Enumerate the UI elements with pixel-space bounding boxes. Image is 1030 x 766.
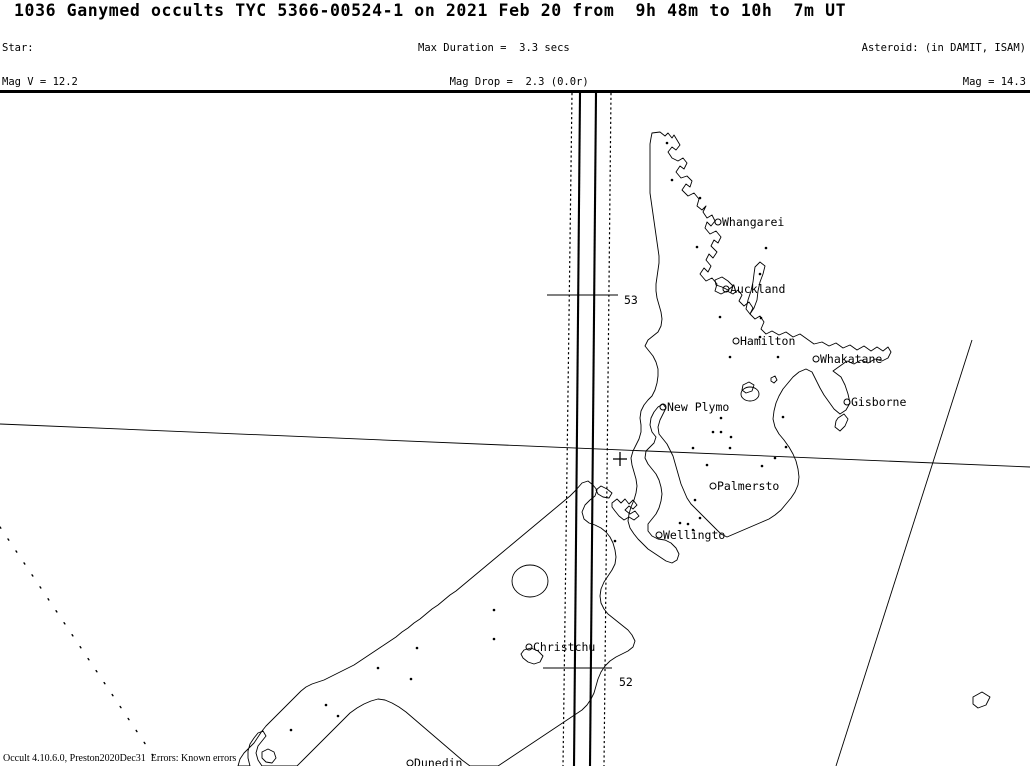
city-label: Wellingto (663, 528, 725, 542)
star-line-1: Star: (2, 42, 34, 55)
city-dot (843, 398, 851, 406)
dapproaches-kaikoura (595, 485, 613, 499)
footer-credit: Occult 4.10.6.0, Preston2020Dec31 Errors… (3, 753, 237, 764)
path-limit-south (588, 93, 598, 766)
city-label: Christchu (533, 640, 595, 654)
stewart-island (261, 748, 277, 764)
asteroid-line-1: Asteroid: (in DAMIT, ISAM) (861, 42, 1026, 55)
city-dot (709, 482, 717, 490)
island-north-east-2 (770, 375, 778, 384)
city-label: Hamilton (740, 334, 795, 348)
city-label: Gisborne (851, 395, 906, 409)
occultation-prediction-page: 1036 Ganymed occults TYC 5366-00524-1 on… (0, 0, 1030, 766)
event-line-1: Max Duration = 3.3 secs (418, 42, 570, 55)
time-label: 52 (619, 675, 633, 689)
path-centre-marker (613, 452, 627, 466)
latitude-graticule (0, 423, 1030, 468)
city-label: Whakatane (820, 352, 882, 366)
path-limit-north (572, 93, 582, 766)
city-label: Dunedin (414, 756, 462, 766)
header-panel: 1036 Ganymed occults TYC 5366-00524-1 on… (0, 0, 1030, 222)
map-canvas[interactable]: 53 52 Whangarei Auckland Hamilton Whakatane G… (0, 93, 1030, 766)
city-label: Palmersto (717, 479, 779, 493)
inland-lake (511, 564, 549, 598)
city-label: New Plymo (667, 400, 729, 414)
marlborough-sounds (611, 498, 640, 521)
city-dot (655, 531, 663, 539)
time-label: 53 (624, 293, 638, 307)
city-dot (714, 218, 722, 226)
lake-taupo (740, 386, 760, 402)
path-error-limit-east (603, 93, 612, 766)
city-label: Whangarei (722, 215, 784, 229)
city-dot (406, 759, 414, 766)
city-label: Auckland (730, 282, 785, 296)
path-error-limit-west (562, 93, 573, 766)
city-dot (812, 355, 820, 363)
city-dot (732, 337, 740, 345)
city-dot (525, 643, 533, 651)
star-line-2: Mag V = 12.2 (2, 76, 78, 89)
page-title: 1036 Ganymed occults TYC 5366-00524-1 on… (14, 1, 847, 20)
mahia-peninsula (834, 413, 849, 432)
chatham-island (972, 691, 991, 709)
event-line-2: Mag Drop = 2.3 (0.0r) (418, 76, 589, 89)
terminator-line (0, 526, 161, 766)
asteroid-line-2: Mag = 14.3 (962, 76, 1026, 89)
